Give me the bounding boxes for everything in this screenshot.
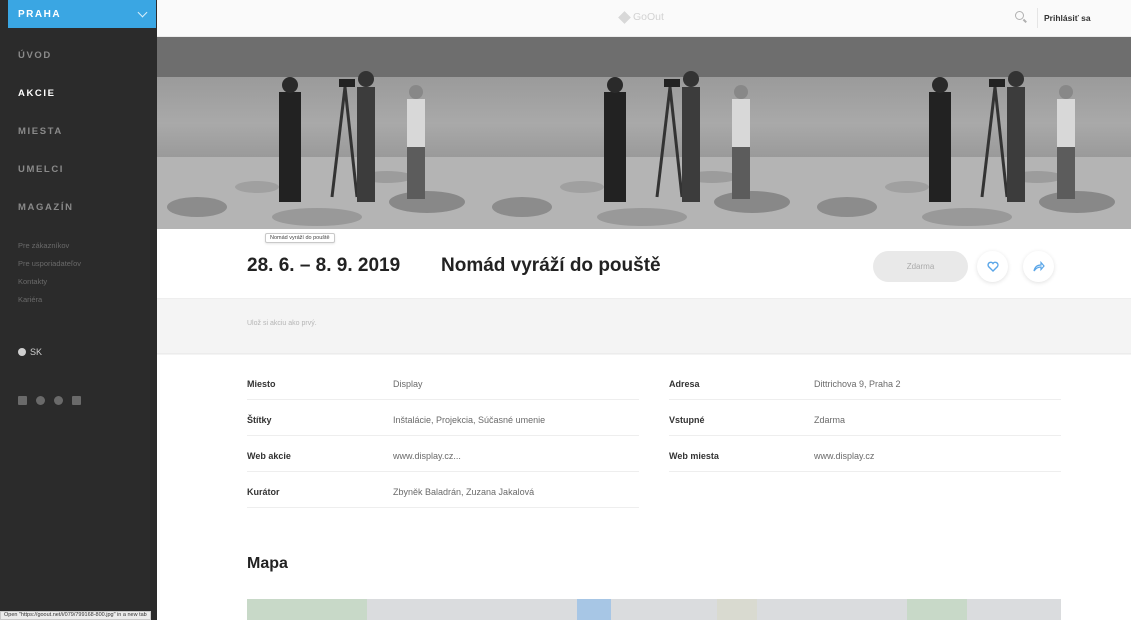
detail-value: Inštalácie, Projekcia, Súčasné umenie [393,415,546,425]
hero-image [157,37,1131,229]
share-icon [1032,261,1045,272]
subnav-item-zakaznici[interactable]: Pre zákazníkov [18,240,81,258]
subnav-item-usporiadatelia[interactable]: Pre usporiadateľov [18,258,81,276]
save-prompt: Ulož si akciu ako prvý. [247,320,317,327]
detail-row: Kurátor Zbyněk Baladrán, Zuzana Jakalová [247,479,639,508]
social-links [18,396,81,405]
detail-value: Zdarma [814,415,846,425]
search-icon[interactable] [1015,11,1024,20]
detail-value-link[interactable]: www.display.cz... [393,451,461,461]
city-label: PRAHA [18,8,62,20]
detail-row: Web akcie www.display.cz... [247,443,639,472]
sidebar: PRAHA ÚVOD AKCIE MIESTA UMELCI MAGAZÍN P… [0,0,157,620]
tooltip: Nomád vyráží do pouště [265,233,335,243]
detail-value: Dittrichova 9, Praha 2 [814,379,901,389]
map[interactable] [247,599,1061,620]
event-date: 28. 6. – 8. 9. 2019 [247,255,401,276]
detail-key: Štítky [247,415,272,425]
subnav-item-kontakty[interactable]: Kontakty [18,276,81,294]
detail-row: Miesto Display [247,371,639,400]
map-park-area [907,599,967,620]
nav-item-akcie[interactable]: AKCIE [18,85,74,123]
spotify-icon[interactable] [54,396,63,405]
price-button[interactable]: Zdarma [873,251,968,282]
save-strip: Ulož si akciu ako prvý. [157,300,1131,354]
event-details: Miesto Display Štítky Inštalácie, Projek… [157,355,1131,620]
nav-item-miesta[interactable]: MIESTA [18,123,74,161]
heart-icon [986,261,999,272]
favorite-button[interactable] [977,251,1008,282]
detail-row: Web miesta www.display.cz [669,443,1061,472]
detail-key: Miesto [247,379,276,389]
map-water-area [577,599,611,620]
language-selector[interactable]: SK [18,347,42,357]
map-title: Mapa [247,555,288,572]
instagram-icon[interactable] [36,396,45,405]
linkedin-icon[interactable] [72,396,81,405]
event-title: Nomád vyráží do pouště [441,255,661,276]
top-bar: GoOut Prihlásiť sa [157,0,1131,37]
browser-status-bar: Open "https://goout.net/i/079/799168-800… [0,611,151,620]
share-button[interactable] [1023,251,1054,282]
topbar-divider [1037,8,1038,28]
main-nav: ÚVOD AKCIE MIESTA UMELCI MAGAZÍN [18,47,74,237]
detail-row: Vstupné Zdarma [669,407,1061,436]
subnav-item-kariera[interactable]: Kariéra [18,294,81,312]
facebook-icon[interactable] [18,396,27,405]
event-header: Nomád vyráží do pouště 28. 6. – 8. 9. 20… [157,229,1131,299]
detail-row: Adresa Dittrichova 9, Praha 2 [669,371,1061,400]
secondary-nav: Pre zákazníkov Pre usporiadateľov Kontak… [18,240,81,312]
map-block-area [717,599,757,620]
detail-key: Web akcie [247,451,291,461]
language-label: SK [30,347,43,357]
detail-key: Kurátor [247,487,280,497]
nav-item-umelci[interactable]: UMELCI [18,161,74,199]
detail-key: Adresa [669,379,700,389]
detail-value: Zbyněk Baladrán, Zuzana Jakalová [393,487,535,497]
map-park-area [247,599,367,620]
login-button[interactable]: Prihlásiť sa [1044,13,1091,23]
detail-value-link[interactable]: www.display.cz [814,451,874,461]
logo-text: GoOut [633,11,664,23]
logo[interactable]: GoOut [618,10,664,24]
city-selector[interactable]: PRAHA [8,0,156,28]
logo-icon [618,10,631,24]
detail-value-link[interactable]: Display [393,379,423,389]
nav-item-uvod[interactable]: ÚVOD [18,47,74,85]
chevron-down-icon [137,7,148,17]
globe-icon [18,348,26,356]
detail-key: Web miesta [669,451,719,461]
detail-row: Štítky Inštalácie, Projekcia, Súčasné um… [247,407,639,436]
detail-key: Vstupné [669,415,705,425]
nav-item-magazin[interactable]: MAGAZÍN [18,199,74,237]
